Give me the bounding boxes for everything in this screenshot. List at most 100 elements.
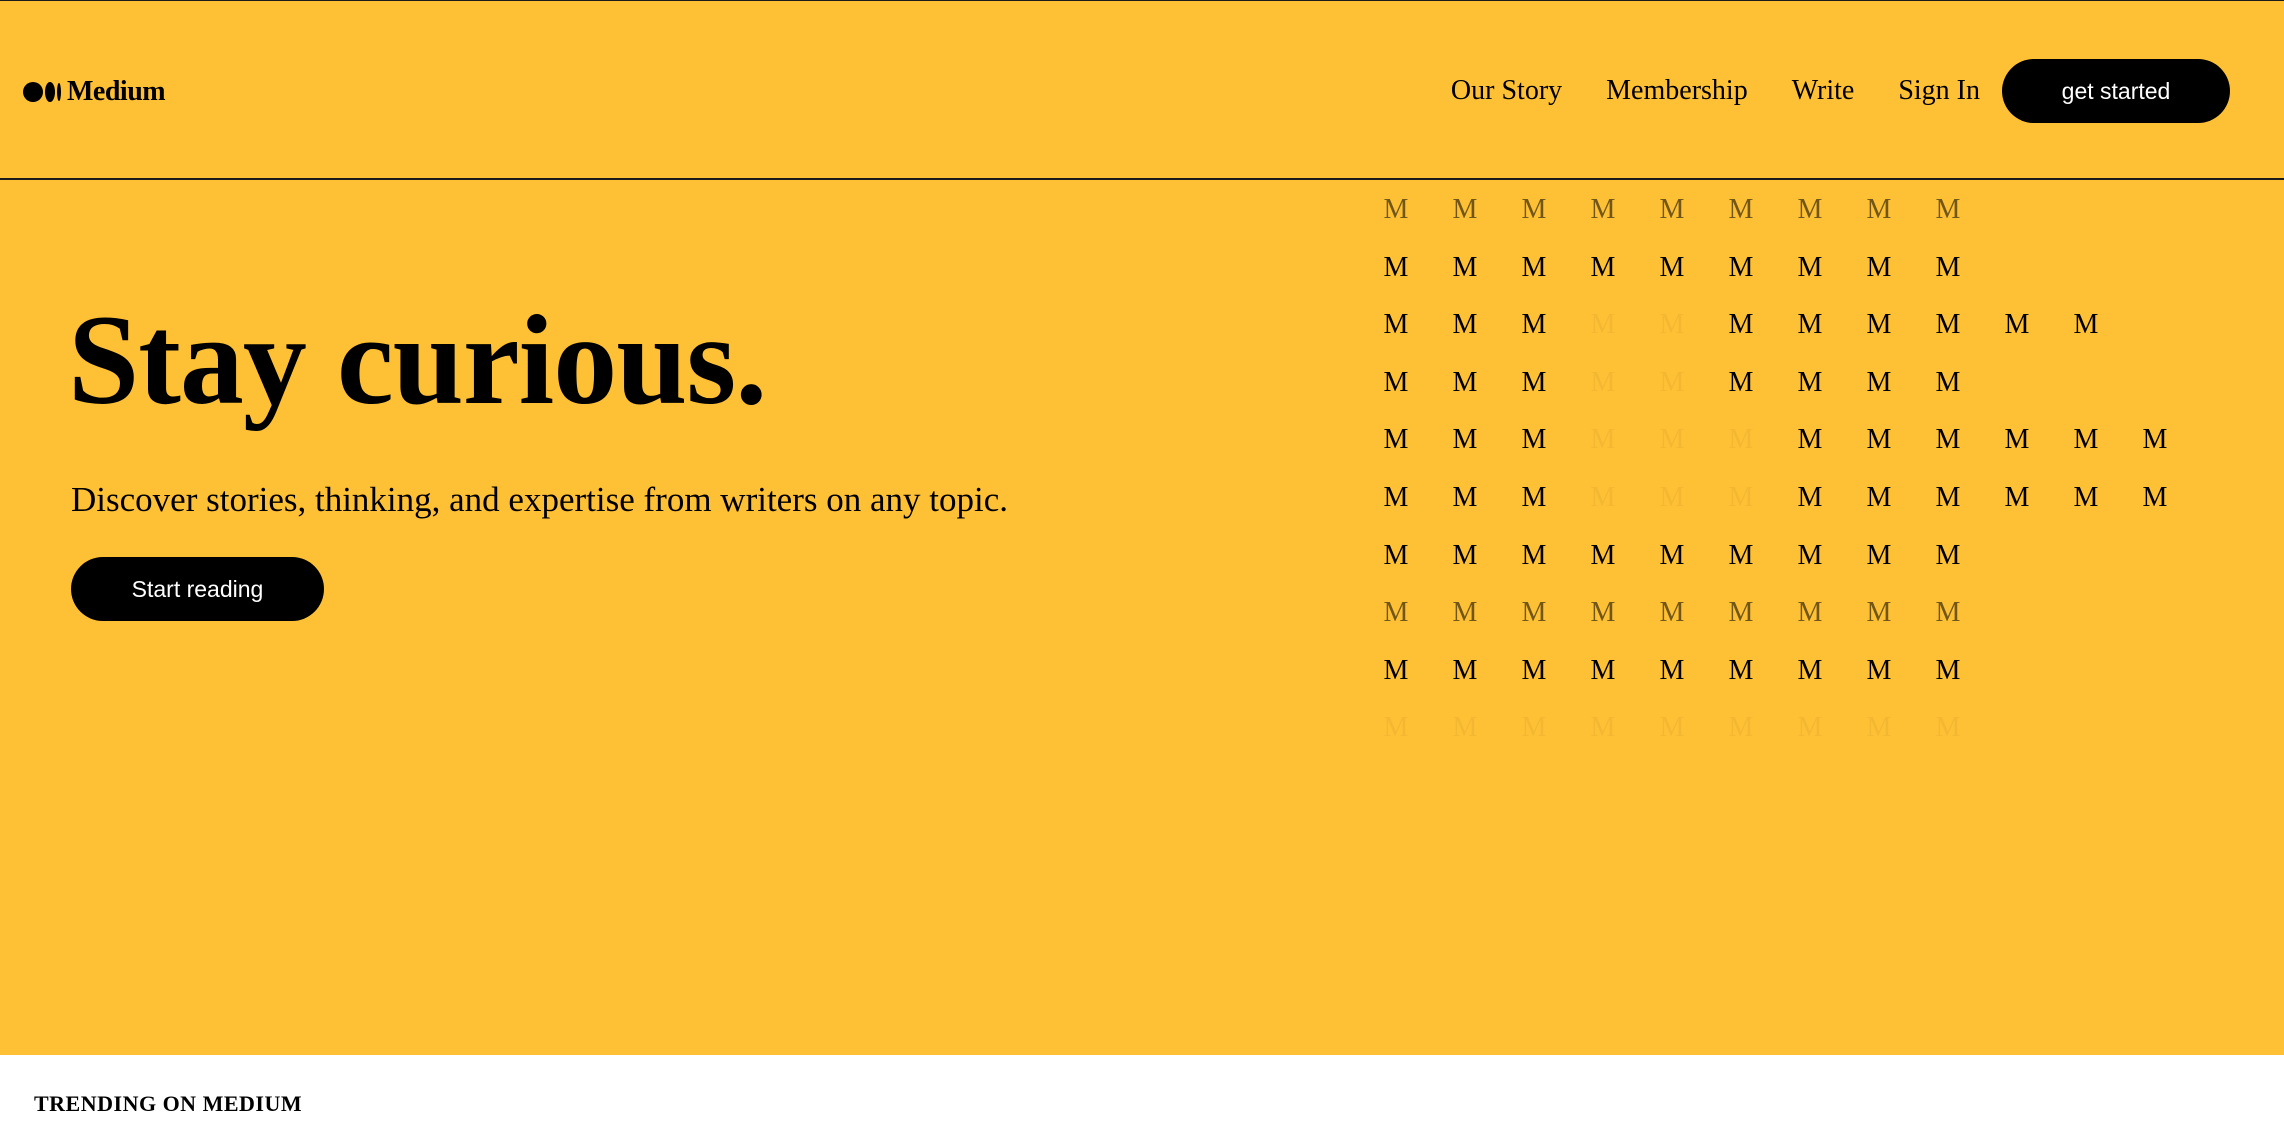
pattern-m-letter: M	[1845, 708, 1913, 748]
pattern-m-letter: M	[1728, 539, 1754, 571]
pattern-m-letter: M	[1452, 482, 1478, 513]
pattern-m-letter: M	[1383, 366, 1409, 398]
pattern-m-letter: M	[1452, 597, 1478, 629]
pattern-m-letter: M	[1638, 363, 1706, 403]
top-navbar: Medium Our Story Membership Write Sign I…	[0, 0, 2284, 180]
pattern-m-letter: M	[1728, 194, 1754, 225]
pattern-m-letter: M	[1935, 309, 1961, 341]
pattern-m-letter: M	[1659, 539, 1685, 571]
pattern-m-letter: M	[1383, 597, 1409, 629]
pattern-m-letter: M	[1521, 366, 1547, 398]
pattern-m-letter: M	[1728, 309, 1754, 341]
pattern-m-letter: M	[1935, 194, 1961, 225]
nav-link-our-story[interactable]: Our Story	[1451, 59, 1562, 123]
nav-link-write[interactable]: Write	[1792, 59, 1855, 123]
pattern-m-letter: M	[1797, 194, 1823, 225]
pattern-m-letter: M	[1521, 539, 1547, 571]
pattern-m-letter: M	[1935, 654, 1961, 686]
pattern-m-letter: M	[1797, 482, 1823, 513]
trending-heading: TRENDING ON MEDIUM	[34, 1091, 303, 1116]
pattern-m-letter: M	[1707, 420, 1775, 460]
pattern-m-letter: M	[2073, 482, 2099, 513]
pattern-m-letter: M	[1914, 708, 1982, 748]
pattern-m-letter: M	[1590, 194, 1616, 225]
pattern-m-letter: M	[1797, 424, 1823, 456]
pattern-m-letter: M	[1521, 194, 1547, 225]
pattern-m-letter: M	[1659, 654, 1685, 686]
m-letter-pattern: MMMMMMMMMMMMMMMMMMMMMMMMMMMMMMMMMMMMMMMM…	[1362, 190, 2232, 750]
pattern-m-letter: M	[2004, 482, 2030, 513]
pattern-m-letter: M	[1569, 478, 1637, 518]
pattern-m-letter: M	[1935, 424, 1961, 456]
pattern-m-letter: M	[1797, 597, 1823, 629]
pattern-m-letter: M	[1797, 654, 1823, 686]
pattern-m-letter: M	[1638, 708, 1706, 748]
pattern-m-letter: M	[1452, 654, 1478, 686]
pattern-m-letter: M	[1452, 366, 1478, 398]
get-started-button[interactable]: get started	[2002, 59, 2230, 123]
pattern-m-letter: M	[2073, 424, 2099, 456]
pattern-m-letter: M	[1866, 309, 1892, 341]
pattern-m-letter: M	[1638, 305, 1706, 345]
pattern-m-letter: M	[1569, 305, 1637, 345]
medium-logo-link[interactable]: Medium	[23, 74, 166, 110]
pattern-m-letter: M	[1797, 251, 1823, 283]
pattern-m-letter: M	[1638, 420, 1706, 460]
pattern-m-letter: M	[1383, 539, 1409, 571]
pattern-m-letter: M	[1383, 482, 1409, 513]
pattern-m-letter: M	[1935, 366, 1961, 398]
pattern-m-letter: M	[1521, 482, 1547, 513]
pattern-m-letter: M	[1728, 251, 1754, 283]
pattern-m-letter: M	[1452, 251, 1478, 283]
pattern-m-letter: M	[1452, 309, 1478, 341]
pattern-m-letter: M	[1431, 708, 1499, 748]
medium-wordmark: Medium	[67, 76, 166, 107]
pattern-m-letter: M	[1383, 194, 1409, 225]
nav-link-membership[interactable]: Membership	[1606, 59, 1748, 123]
pattern-m-letter: M	[1383, 309, 1409, 341]
pattern-m-letter: M	[1569, 363, 1637, 403]
pattern-m-letter: M	[1935, 251, 1961, 283]
pattern-m-letter: M	[1659, 251, 1685, 283]
pattern-m-letter: M	[1866, 482, 1892, 513]
pattern-m-letter: M	[1866, 251, 1892, 283]
pattern-m-letter: M	[1728, 366, 1754, 398]
hero-title: Stay curious.	[68, 289, 767, 431]
pattern-m-letter: M	[1866, 424, 1892, 456]
pattern-m-letter: M	[1590, 539, 1616, 571]
pattern-m-letter: M	[1500, 708, 1568, 748]
main-nav: Our Story Membership Write Sign In get s…	[1451, 59, 2230, 123]
pattern-m-letter: M	[2004, 309, 2030, 341]
pattern-m-letter: M	[1590, 597, 1616, 629]
pattern-m-letter: M	[1728, 597, 1754, 629]
pattern-m-letter: M	[1521, 597, 1547, 629]
pattern-m-letter: M	[1383, 424, 1409, 456]
pattern-m-letter: M	[2142, 482, 2168, 513]
start-reading-button[interactable]: Start reading	[71, 557, 324, 621]
pattern-m-letter: M	[2004, 424, 2030, 456]
pattern-m-letter: M	[1707, 708, 1775, 748]
pattern-m-letter: M	[1383, 654, 1409, 686]
pattern-m-letter: M	[1866, 654, 1892, 686]
pattern-m-letter: M	[1521, 251, 1547, 283]
pattern-m-letter: M	[1569, 420, 1637, 460]
pattern-m-letter: M	[1521, 309, 1547, 341]
pattern-m-letter: M	[1797, 366, 1823, 398]
pattern-m-letter: M	[1797, 539, 1823, 571]
pattern-m-letter: M	[1935, 597, 1961, 629]
pattern-m-letter: M	[1521, 654, 1547, 686]
pattern-m-letter: M	[1935, 539, 1961, 571]
pattern-m-letter: M	[1707, 478, 1775, 518]
pattern-m-letter: M	[1569, 708, 1637, 748]
pattern-m-letter: M	[1638, 478, 1706, 518]
pattern-m-letter: M	[1452, 194, 1478, 225]
pattern-m-letter: M	[1866, 366, 1892, 398]
pattern-m-letter: M	[1866, 539, 1892, 571]
hero-subtitle: Discover stories, thinking, and expertis…	[71, 480, 1009, 519]
pattern-m-letter: M	[1866, 194, 1892, 225]
nav-link-sign-in[interactable]: Sign In	[1898, 59, 1980, 123]
pattern-m-letter: M	[1728, 654, 1754, 686]
pattern-m-letter: M	[1866, 597, 1892, 629]
pattern-m-letter: M	[1797, 309, 1823, 341]
pattern-m-letter: M	[1362, 708, 1430, 748]
